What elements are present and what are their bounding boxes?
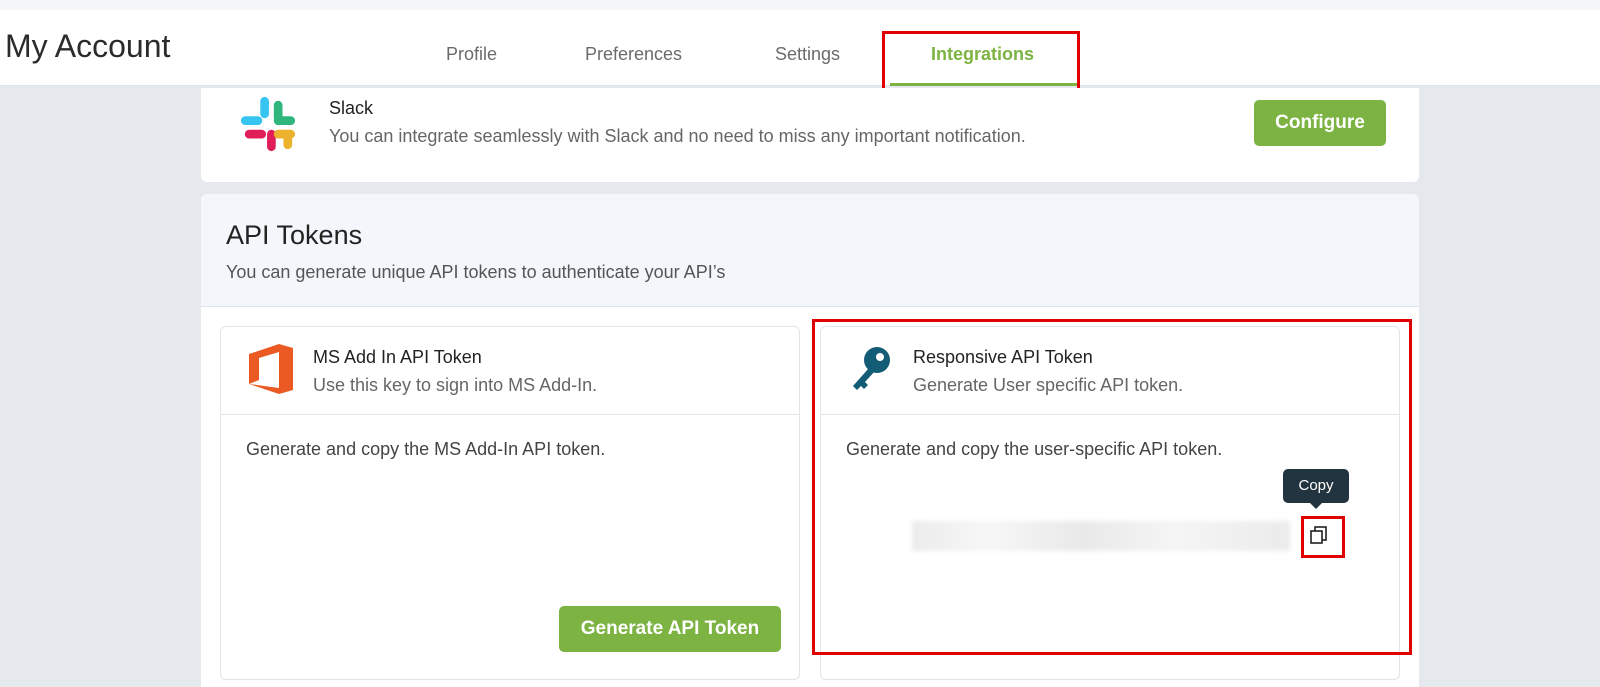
api-tokens-title: API Tokens [226, 220, 363, 250]
tab-preferences[interactable]: Preferences [585, 44, 682, 65]
configure-button[interactable]: Configure [1254, 100, 1386, 146]
highlight-box-integrations-tab [882, 31, 1080, 91]
slack-title: Slack [329, 98, 374, 118]
slack-integration-card: Slack You can integrate seamlessly with … [201, 88, 1419, 182]
highlight-box-responsive-card [812, 319, 1412, 655]
office-icon [249, 344, 293, 394]
slack-logo-icon [240, 96, 296, 152]
top-bar: My Account Profile Preferences Settings … [0, 0, 1600, 86]
tab-profile[interactable]: Profile [446, 44, 497, 65]
page-title: My Account [5, 28, 171, 64]
ms-addin-token-card: MS Add In API Token Use this key to sign… [220, 326, 800, 680]
tab-settings[interactable]: Settings [775, 44, 840, 65]
ms-addin-card-header: MS Add In API Token Use this key to sign… [221, 327, 799, 415]
ms-addin-card-title: MS Add In API Token [313, 347, 482, 367]
ms-addin-card-subtitle: Use this key to sign into MS Add-In. [313, 375, 598, 395]
generate-api-token-button[interactable]: Generate API Token [559, 606, 781, 652]
ms-addin-card-body: Generate and copy the MS Add-In API toke… [246, 439, 606, 459]
api-tokens-header: API Tokens You can generate unique API t… [201, 194, 1419, 307]
api-tokens-description: You can generate unique API tokens to au… [226, 262, 726, 282]
slack-description: You can integrate seamlessly with Slack … [329, 126, 1026, 146]
